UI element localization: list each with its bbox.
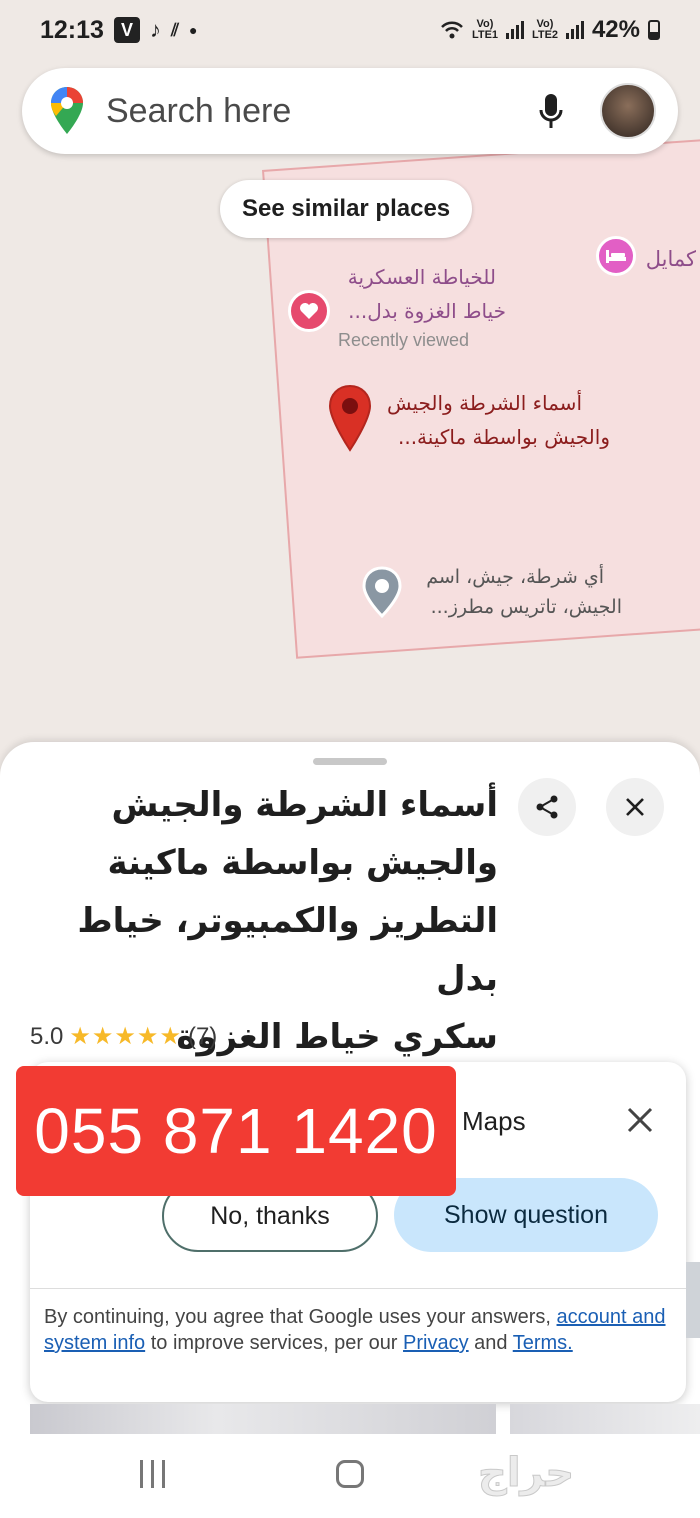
saved-place-label-line1[interactable]: للخياطة العسكرية bbox=[300, 262, 496, 292]
rating-value: 5.0 bbox=[30, 1022, 64, 1050]
lte2-label: Vo) LTE2 bbox=[531, 18, 559, 41]
saved-place-label-line2[interactable]: خياط الغزوة بدل... bbox=[300, 296, 506, 326]
disclaimer-text: to improve services, per our bbox=[145, 1332, 404, 1354]
selected-place-pin-icon[interactable] bbox=[328, 384, 372, 452]
status-time: 12:13 bbox=[40, 15, 104, 44]
sync-lines-icon: ⫽ bbox=[170, 19, 179, 40]
share-button[interactable] bbox=[518, 778, 576, 836]
lte1-label: Vo) LTE1 bbox=[471, 18, 499, 41]
recently-viewed-label: Recently viewed bbox=[338, 330, 470, 350]
tiktok-icon: ♪ bbox=[149, 17, 161, 42]
google-maps-logo-icon bbox=[51, 87, 83, 134]
account-avatar[interactable] bbox=[600, 83, 656, 139]
app-v-icon: V bbox=[113, 17, 140, 43]
survey-divider bbox=[30, 1288, 686, 1289]
signal1-icon bbox=[505, 21, 524, 39]
photo-thumbnail[interactable] bbox=[510, 1404, 700, 1434]
close-icon bbox=[627, 1107, 653, 1133]
survey-disclaimer: By continuing, you agree that Google use… bbox=[44, 1304, 674, 1356]
photo-thumbnail-edge[interactable] bbox=[686, 1262, 700, 1338]
battery-icon bbox=[648, 20, 660, 40]
review-count[interactable]: (7) bbox=[188, 1023, 217, 1051]
place-pin-icon[interactable] bbox=[362, 566, 402, 618]
hotel-pin-icon[interactable] bbox=[596, 236, 636, 276]
other-place-label-line2[interactable]: الجيش، تاتريس مطرز... bbox=[406, 592, 622, 622]
see-similar-places-chip[interactable]: See similar places bbox=[220, 180, 473, 238]
wifi-icon bbox=[440, 21, 464, 39]
survey-title: Maps bbox=[462, 1106, 526, 1136]
selected-place-label-line1[interactable]: أسماء الشرطة والجيش bbox=[376, 388, 582, 418]
watermark-logo: حراج bbox=[477, 1450, 575, 1497]
survey-close-button[interactable] bbox=[620, 1100, 660, 1140]
sheet-drag-handle[interactable] bbox=[313, 758, 387, 765]
search-bar[interactable]: Search here bbox=[22, 68, 678, 154]
disclaimer-text: By continuing, you agree that Google use… bbox=[44, 1306, 557, 1328]
share-icon bbox=[536, 795, 558, 819]
place-title-line: أسماء الشرطة والجيش bbox=[111, 785, 498, 825]
close-icon bbox=[626, 798, 644, 816]
place-title-line: والجيش بواسطة ماكينة bbox=[107, 843, 498, 883]
rating-row[interactable]: 5.0 ★★★★★ (7) bbox=[30, 1022, 217, 1051]
recent-apps-icon[interactable] bbox=[140, 1460, 165, 1488]
place-title-line: التطريز والكمبيوتر، خياط بدل bbox=[77, 901, 498, 999]
signal2-icon bbox=[565, 21, 584, 39]
phone-number-banner: 055 871 1420 bbox=[16, 1066, 456, 1196]
privacy-link[interactable]: Privacy bbox=[403, 1332, 469, 1354]
selected-place-label-line2[interactable]: والجيش بواسطة ماكينة... bbox=[376, 422, 610, 452]
battery-percent: 42% bbox=[591, 16, 640, 43]
photo-thumbnail[interactable] bbox=[30, 1404, 496, 1434]
terms-link[interactable]: Terms. bbox=[513, 1332, 573, 1354]
close-sheet-button[interactable] bbox=[606, 778, 664, 836]
other-place-label-line1[interactable]: أي شرطة، جيش، اسم bbox=[406, 562, 604, 592]
search-input[interactable]: Search here bbox=[106, 92, 538, 131]
notification-dot-icon: ● bbox=[188, 22, 198, 38]
status-bar: 12:13 V ♪ ⫽ ● Vo) LTE1 Vo) LTE2 42% bbox=[0, 0, 700, 60]
home-icon[interactable] bbox=[336, 1460, 364, 1488]
disclaimer-text: and bbox=[468, 1332, 513, 1354]
microphone-icon[interactable] bbox=[538, 92, 564, 130]
hotel-label[interactable]: كمايل bbox=[640, 244, 696, 274]
rating-stars: ★★★★★ bbox=[69, 1023, 182, 1050]
system-navigation-bar bbox=[0, 1436, 700, 1518]
